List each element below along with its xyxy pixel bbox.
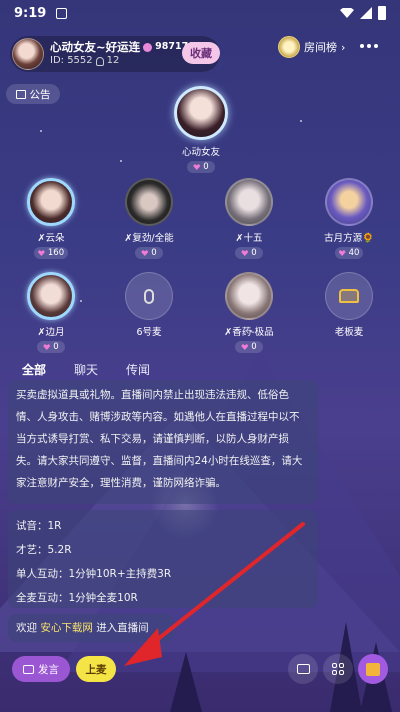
seat-7[interactable]: ✗香药-极品 0 bbox=[214, 272, 284, 353]
price-message: 试音：1R 才艺：5.2R 单人互动：1分钟10R+主持费3R 全麦互动：1分钟… bbox=[8, 510, 318, 608]
gem-icon bbox=[143, 42, 153, 52]
host-score: 0 bbox=[187, 161, 215, 173]
message-tabs: 全部 聊天 传闻 bbox=[22, 361, 150, 378]
seat-name: 老板麦 bbox=[334, 327, 364, 338]
chevron-right-icon: › bbox=[341, 40, 346, 54]
seat-name: ✗复劲/全能 bbox=[124, 233, 174, 244]
seat-avatar[interactable] bbox=[225, 178, 273, 226]
host-avatar[interactable] bbox=[174, 86, 228, 140]
tab-all[interactable]: 全部 bbox=[22, 361, 46, 378]
online-count: 12 bbox=[106, 55, 120, 66]
status-bar: 9:19 bbox=[0, 0, 400, 26]
room-rank-button[interactable]: 房间榜 › bbox=[278, 36, 345, 58]
message-button[interactable] bbox=[288, 654, 318, 684]
welcome-message: 欢迎 安心下载网 进入直播间 bbox=[8, 614, 174, 642]
seat-name: ✗香药-极品 bbox=[224, 327, 274, 338]
speak-button[interactable]: 发言 bbox=[12, 656, 70, 682]
host-seat[interactable]: 心动女友 0 bbox=[166, 86, 236, 173]
seat-score: 0 bbox=[235, 247, 263, 259]
status-time: 9:19 bbox=[14, 5, 47, 21]
host-name: 心动女友 bbox=[181, 147, 220, 158]
seat-name: ✗边月 bbox=[37, 327, 65, 338]
seat-3[interactable]: ✗十五 0 bbox=[214, 178, 284, 259]
boss-seat[interactable] bbox=[325, 272, 373, 320]
seat-avatar[interactable] bbox=[225, 272, 273, 320]
welcome-user[interactable]: 安心下载网 bbox=[40, 622, 93, 634]
notification-icon bbox=[56, 7, 68, 19]
seat-8[interactable]: 老板麦 bbox=[314, 272, 384, 338]
collect-button[interactable]: 收藏 bbox=[182, 42, 220, 64]
tab-chat[interactable]: 聊天 bbox=[74, 361, 98, 378]
seat-score: 0 bbox=[37, 341, 65, 353]
seat-1[interactable]: ✗云朵 160 bbox=[16, 178, 86, 259]
chat-icon bbox=[23, 664, 34, 674]
notice-button[interactable]: 公告 bbox=[6, 84, 60, 104]
seat-2[interactable]: ✗复劲/全能 0 bbox=[114, 178, 184, 259]
seat-avatar[interactable] bbox=[27, 178, 75, 226]
seat-score: 160 bbox=[33, 247, 69, 259]
speak-label: 发言 bbox=[38, 663, 59, 676]
heart-icon bbox=[193, 164, 201, 170]
empty-seat[interactable] bbox=[125, 272, 173, 320]
seat-4[interactable]: 古月方源🌻 40 bbox=[314, 178, 384, 259]
seat-name: ✗十五 bbox=[235, 233, 263, 244]
battery-icon bbox=[378, 6, 386, 20]
seat-5[interactable]: ✗边月 0 bbox=[16, 272, 86, 353]
seat-name: 古月方源🌻 bbox=[324, 233, 374, 244]
room-title: 心动女友~好运连 bbox=[50, 40, 141, 54]
heart-icon bbox=[241, 344, 249, 350]
seat-name: ✗云朵 bbox=[37, 233, 65, 244]
menu-button[interactable] bbox=[323, 654, 353, 684]
gift-button[interactable] bbox=[358, 654, 388, 684]
signal-icon bbox=[360, 7, 372, 19]
mail-icon bbox=[296, 664, 310, 674]
seat-score: 0 bbox=[235, 341, 263, 353]
gift-icon bbox=[366, 662, 380, 676]
crown-avatar-icon bbox=[278, 36, 300, 58]
take-mic-button[interactable]: 上麦 bbox=[76, 656, 116, 682]
grid-icon bbox=[332, 663, 344, 675]
seat-score: 40 bbox=[334, 247, 364, 259]
seat-name: 6号麦 bbox=[136, 327, 162, 338]
more-icon[interactable] bbox=[360, 44, 378, 48]
room-avatar[interactable] bbox=[12, 38, 44, 70]
seat-6[interactable]: 6号麦 bbox=[114, 272, 184, 338]
seat-avatar[interactable] bbox=[27, 272, 75, 320]
seat-avatar[interactable] bbox=[125, 178, 173, 226]
heart-icon bbox=[338, 250, 346, 256]
rules-message: 买卖虚拟道具或礼物。直播间内禁止出现违法违规、低俗色 情、人身攻击、赌博涉政等内… bbox=[8, 380, 318, 504]
rank-label: 房间榜 bbox=[304, 41, 337, 54]
heart-icon bbox=[241, 250, 249, 256]
sofa-icon bbox=[339, 289, 359, 303]
wifi-icon bbox=[340, 8, 354, 18]
room-id: ID: 5552 bbox=[50, 55, 93, 66]
seat-avatar[interactable] bbox=[325, 178, 373, 226]
mic-icon bbox=[144, 288, 154, 304]
seat-score: 0 bbox=[135, 247, 163, 259]
tab-rumor[interactable]: 传闻 bbox=[126, 361, 150, 378]
notice-icon bbox=[15, 89, 26, 99]
notice-label: 公告 bbox=[29, 88, 51, 101]
heart-icon bbox=[43, 344, 51, 350]
heart-icon bbox=[37, 250, 45, 256]
person-icon bbox=[95, 56, 104, 66]
heart-icon bbox=[141, 250, 149, 256]
